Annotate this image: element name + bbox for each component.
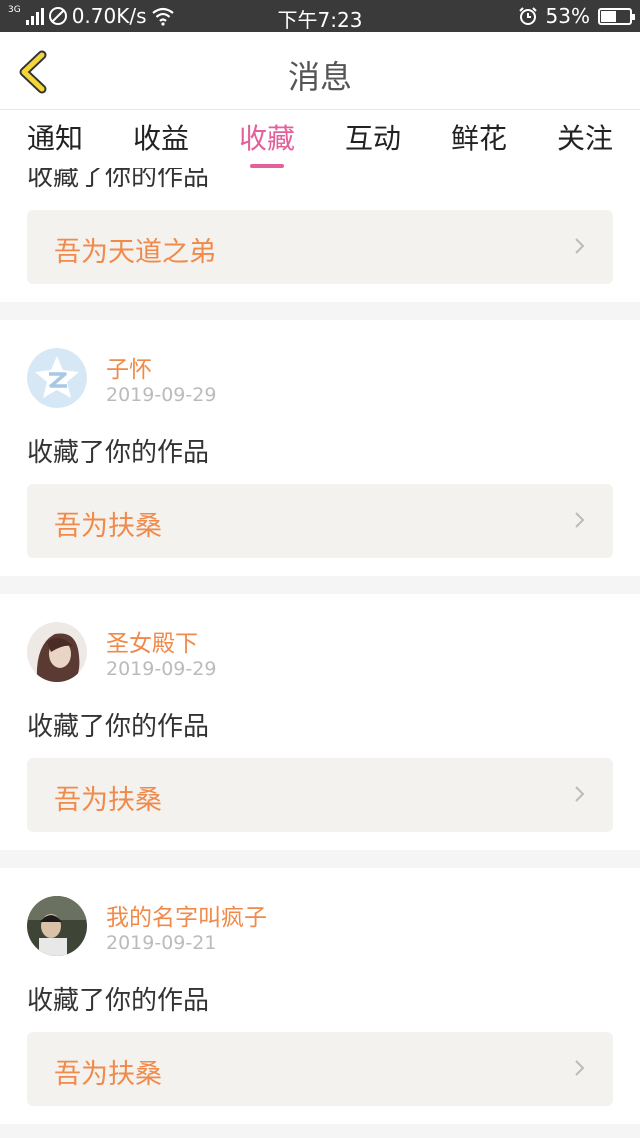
chevron-right-icon: [575, 786, 585, 802]
list-item: 子怀 2019-09-29 收藏了你的作品 吾为扶桑: [0, 320, 640, 576]
action-text: 收藏了你的作品: [27, 168, 210, 192]
date: 2019-09-21: [106, 932, 217, 954]
work-title: 吾为扶桑: [54, 1059, 162, 1090]
work-link[interactable]: 吾为扶桑: [27, 484, 613, 558]
work-title: 吾为天道之弟: [54, 237, 216, 268]
user-photo: [27, 622, 87, 682]
alarm-icon: [518, 7, 537, 25]
date: 2019-09-29: [106, 384, 217, 406]
status-bar: 3G 0.70K/s 下午7:23 53%: [0, 0, 640, 32]
tab-following[interactable]: 关注: [532, 110, 638, 168]
tab-bar: 通知 收益 收藏 互动 鲜花 关注: [0, 110, 640, 168]
username[interactable]: 我的名字叫疯子: [106, 898, 267, 932]
work-link[interactable]: 吾为扶桑: [27, 1032, 613, 1106]
username[interactable]: 圣女殿下: [106, 624, 198, 658]
tab-notifications[interactable]: 通知: [2, 110, 108, 168]
work-title: 吾为扶桑: [54, 511, 162, 542]
tab-favorites[interactable]: 收藏: [214, 110, 320, 168]
work-link[interactable]: 吾为天道之弟: [27, 210, 613, 284]
chevron-right-icon: [575, 238, 585, 254]
list-item: 收藏了你的作品 吾为天道之弟: [0, 168, 640, 302]
date: 2019-09-29: [106, 658, 217, 680]
list-item: 圣女殿下 2019-09-29 收藏了你的作品 吾为扶桑: [0, 594, 640, 850]
tab-flowers[interactable]: 鲜花: [426, 110, 532, 168]
action-text: 收藏了你的作品: [27, 986, 210, 1016]
avatar[interactable]: [27, 348, 87, 408]
tab-earnings[interactable]: 收益: [108, 110, 214, 168]
action-text: 收藏了你的作品: [27, 438, 210, 468]
tab-interactions[interactable]: 互动: [320, 110, 426, 168]
avatar[interactable]: [27, 896, 87, 956]
action-text: 收藏了你的作品: [27, 712, 210, 742]
page-title: 消息: [287, 58, 352, 96]
chevron-right-icon: [575, 1060, 585, 1076]
battery-percent: 53%: [545, 4, 590, 28]
user-photo: [27, 896, 87, 956]
battery-icon: [598, 7, 635, 25]
qzone-icon: [27, 348, 87, 408]
work-title: 吾为扶桑: [54, 785, 162, 816]
work-link[interactable]: 吾为扶桑: [27, 758, 613, 832]
chevron-right-icon: [575, 512, 585, 528]
avatar[interactable]: [27, 622, 87, 682]
list-item: 我的名字叫疯子 2019-09-21 收藏了你的作品 吾为扶桑: [0, 868, 640, 1124]
username[interactable]: 子怀: [106, 350, 152, 384]
nav-bar: 消息: [0, 32, 640, 110]
message-list[interactable]: 收藏了你的作品 吾为天道之弟 子怀 2019-09-29 收藏了你的作品 吾为扶…: [0, 168, 640, 1138]
status-right: 53%: [518, 4, 635, 28]
